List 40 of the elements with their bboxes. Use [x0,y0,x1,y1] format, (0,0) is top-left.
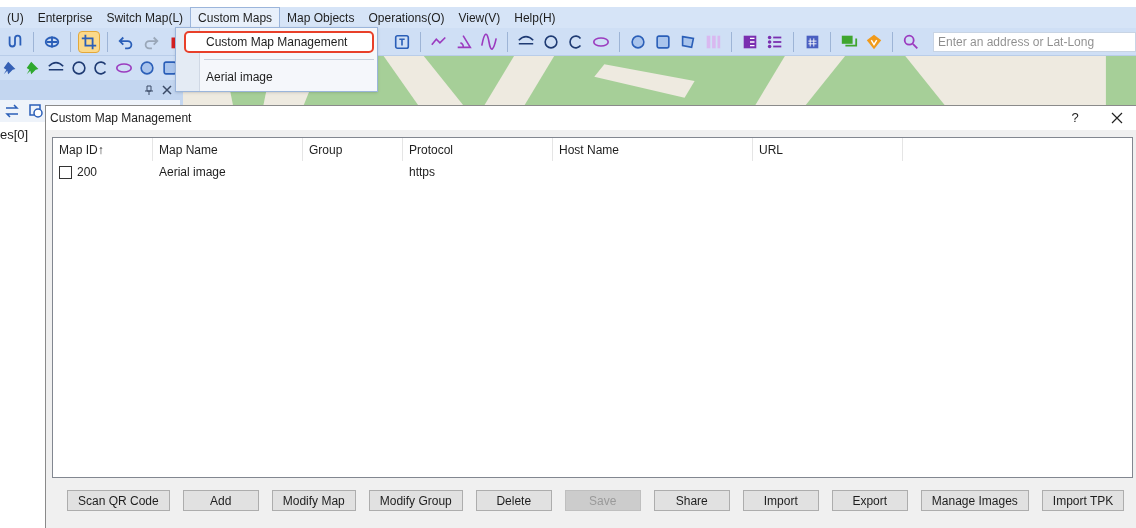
dialog-button[interactable]: Scan QR Code [67,490,170,511]
dialog-button[interactable]: Manage Images [920,490,1029,511]
close-icon[interactable] [162,85,172,95]
tree-item[interactable]: es[0] [0,127,29,142]
close-icon [1111,112,1123,124]
row-checkbox[interactable] [59,165,72,179]
dialog-button[interactable]: Import TPK [1041,490,1125,511]
table-cell-text: Aerial image [159,164,226,181]
dialog-button[interactable]: Modify Group [368,490,463,511]
menu-item[interactable]: View(V) [451,7,508,28]
column-header[interactable]: Map Name [153,138,303,161]
column-header[interactable]: Group [303,138,403,161]
column-header[interactable]: Protocol [403,138,553,161]
table-cell-text: 200 [77,164,98,181]
menu-item[interactable]: Operations(O) [361,7,452,28]
column-header[interactable]: Host Name [553,138,753,161]
dialog-button[interactable]: Import [742,490,819,511]
menu-item[interactable]: Switch Map(L) [99,7,191,28]
dialog-button[interactable]: Delete [475,490,552,511]
shape-icon[interactable] [28,103,44,119]
menu-item[interactable]: (U) [0,7,31,28]
menu-item[interactable]: Custom Map Management [184,31,374,53]
menu-item[interactable]: Custom Maps [190,7,281,28]
crop-icon[interactable] [78,30,100,53]
dialog-button[interactable]: Export [831,490,908,511]
table-cell-text: https [409,164,435,181]
column-header[interactable]: URL [753,138,903,161]
dialog-button[interactable]: Modify Map [271,490,356,511]
menu-item[interactable]: Enterprise [30,7,100,28]
column-header[interactable]: Map ID↑ [53,138,153,161]
address-field[interactable]: Enter an address or Lat-Long [933,31,1136,52]
swap-icon[interactable] [4,103,20,119]
dialog-button[interactable]: Share [653,490,730,511]
menu-item[interactable]: Aerial image [200,66,374,88]
menu-item[interactable]: Help(H) [507,7,563,28]
menu-item[interactable]: Map Objects [280,7,362,28]
dialog-title: Custom Map Management [50,110,193,127]
dialog-button[interactable]: Add [182,490,259,511]
help-button[interactable]: ? [1055,108,1095,128]
pin-icon[interactable] [144,85,154,95]
